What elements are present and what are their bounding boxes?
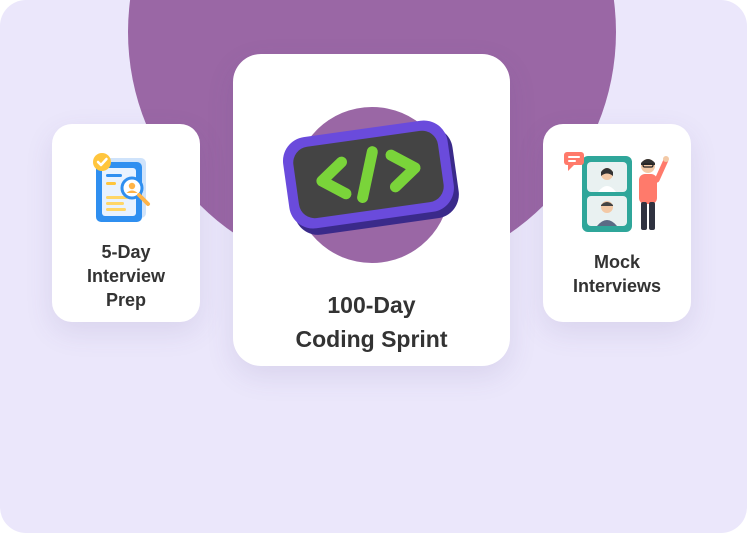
card-mock-interviews[interactable]: Mock Interviews	[543, 124, 691, 322]
card-label-interview: Interview	[86, 266, 166, 286]
card-label-interviews: Interviews	[572, 276, 662, 296]
card-label-mock: Mock	[593, 252, 640, 272]
card-label-coding-sprint: Coding Sprint	[295, 326, 448, 352]
code-brackets-icon	[262, 90, 482, 280]
stage: 5-Day Interview Prep 100-Day Coding Spri…	[0, 0, 747, 533]
video-interview-icon	[562, 150, 672, 234]
card-label-100-day: 100-Day	[327, 292, 416, 318]
card-label-prep: Prep	[105, 290, 147, 310]
card-coding-sprint[interactable]: 100-Day Coding Sprint	[233, 54, 510, 366]
card-label-5-day: 5-Day	[101, 242, 151, 262]
card-interview-prep[interactable]: 5-Day Interview Prep	[52, 124, 200, 322]
resume-search-icon	[86, 148, 166, 228]
